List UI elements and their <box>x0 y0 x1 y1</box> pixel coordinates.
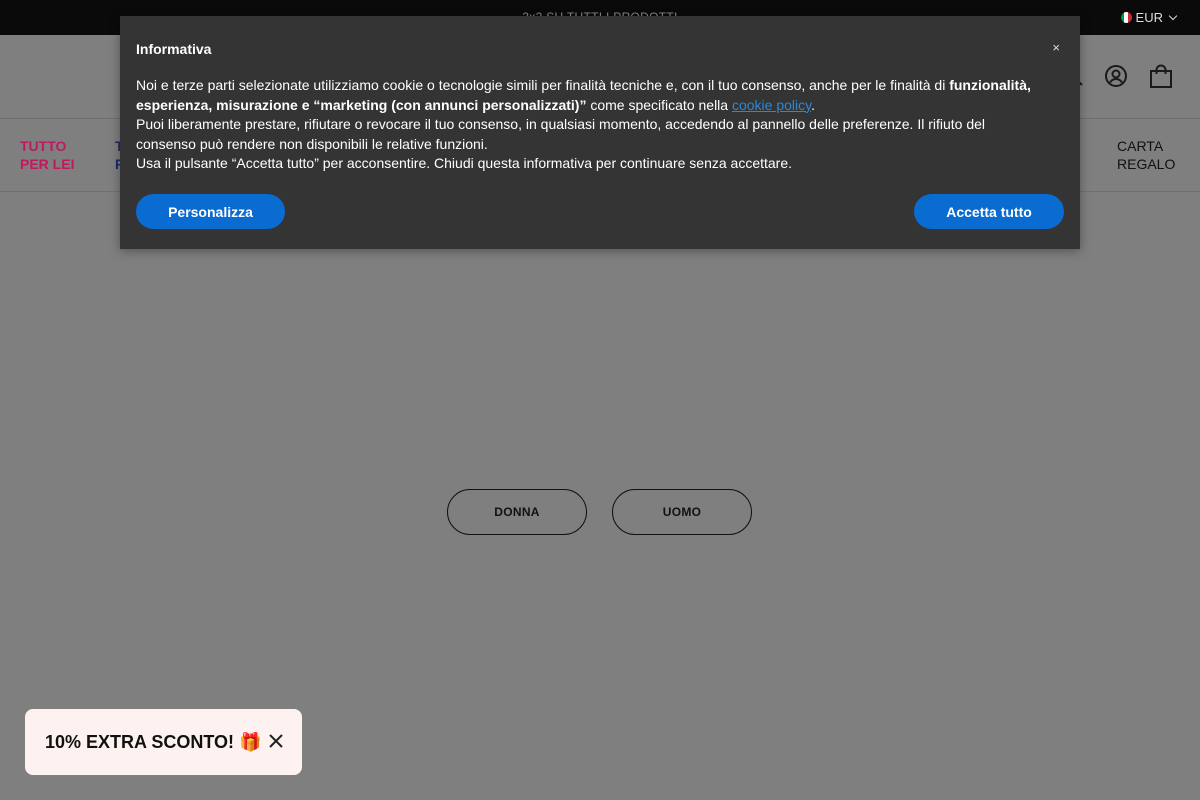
cookie-paragraph-3: Usa il pulsante “Accetta tutto” per acco… <box>136 155 793 171</box>
promo-popup: 10% EXTRA SCONTO! 🎁 <box>25 709 302 775</box>
cookie-paragraph-1: Noi e terze parti selezionate utilizziam… <box>136 76 1041 115</box>
currency-label: EUR <box>1135 10 1163 25</box>
cookie-text: Noi e terze parti selezionate utilizziam… <box>136 77 950 93</box>
nav-item-label: CARTA <box>1117 138 1164 154</box>
cookie-paragraph-2: Puoi liberamente prestare, rifiutare o r… <box>136 116 986 152</box>
currency-selector[interactable]: EUR <box>1120 10 1178 25</box>
accept-all-button[interactable]: Accetta tutto <box>914 194 1064 229</box>
nav-item-tutto-per-lei[interactable]: TUTTO PER LEI <box>20 137 74 173</box>
nav-item-label: TUTTO <box>20 138 67 154</box>
cookie-banner-text: Noi e terze parti selezionate utilizziam… <box>136 76 1041 174</box>
cookie-text: come specificato nella <box>586 96 732 113</box>
gender-selector: DONNA UOMO <box>447 489 752 535</box>
cookie-banner-title: Informativa <box>136 41 212 57</box>
promo-text[interactable]: 10% EXTRA SCONTO! 🎁 <box>45 732 261 753</box>
account-icon[interactable] <box>1104 64 1128 93</box>
cookie-policy-link[interactable]: cookie policy <box>732 97 811 113</box>
italy-flag-icon <box>1120 12 1132 23</box>
donna-button[interactable]: DONNA <box>447 489 587 535</box>
close-icon[interactable]: × <box>1052 40 1060 55</box>
cookie-text: . <box>811 96 815 113</box>
cart-icon[interactable] <box>1148 63 1174 94</box>
nav-item-label: REGALO <box>1117 156 1176 172</box>
nav-item-label: PER LEI <box>20 156 75 172</box>
close-icon[interactable] <box>268 733 284 754</box>
chevron-down-icon <box>1168 11 1178 21</box>
uomo-button[interactable]: UOMO <box>612 489 752 535</box>
nav-item-carta-regalo[interactable]: CARTA REGALO <box>1117 137 1175 173</box>
cookie-banner: Informativa × Noi e terze parti selezion… <box>120 16 1080 249</box>
customize-button[interactable]: Personalizza <box>136 194 285 229</box>
